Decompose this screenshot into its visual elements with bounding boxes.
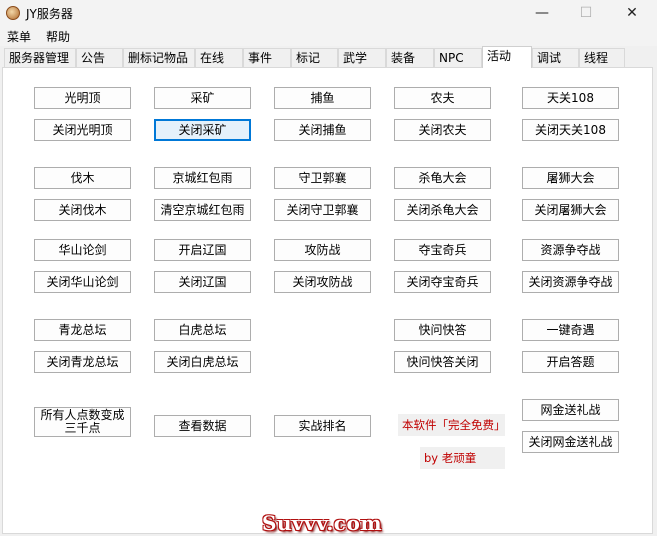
set-all-points-button[interactable]: 所有人点数变成三千点 xyxy=(34,407,131,437)
close-gift-battle-button[interactable]: 关闭网金送礼战 xyxy=(522,431,619,453)
quick-quiz-button[interactable]: 快问快答 xyxy=(394,319,491,341)
logging-button[interactable]: 伐木 xyxy=(34,167,131,189)
menu-help[interactable]: 帮助 xyxy=(46,28,70,45)
tab-martial-arts[interactable]: 武学 xyxy=(338,48,386,67)
tab-strip: 服务器管理 公告 删标记物品 在线 事件 标记 武学 装备 NPC 活动 调试 … xyxy=(0,46,657,68)
close-turtle-contest-button[interactable]: 关闭杀龟大会 xyxy=(394,199,491,221)
tab-debug[interactable]: 调试 xyxy=(532,48,579,67)
tianguan108-button[interactable]: 天关108 xyxy=(522,87,619,109)
author-note: by 老顽童 xyxy=(420,447,505,469)
combat-ranking-button[interactable]: 实战排名 xyxy=(274,415,371,437)
tab-marks[interactable]: 标记 xyxy=(291,48,338,67)
menu-main[interactable]: 菜单 xyxy=(7,28,31,45)
treasure-raid-button[interactable]: 夺宝奇兵 xyxy=(394,239,491,261)
free-software-note: 本软件「完全免费」 xyxy=(398,414,506,436)
huashan-duel-button[interactable]: 华山论剑 xyxy=(34,239,131,261)
app-icon xyxy=(6,6,20,20)
close-guangmingding-button[interactable]: 关闭光明顶 xyxy=(34,119,131,141)
guard-guoxiang-button[interactable]: 守卫郭襄 xyxy=(274,167,371,189)
menu-bar: 菜单 帮助 xyxy=(0,26,657,46)
close-tianguan108-button[interactable]: 关闭天关108 xyxy=(522,119,619,141)
close-huashan-duel-button[interactable]: 关闭华山论剑 xyxy=(34,271,131,293)
close-logging-button[interactable]: 关闭伐木 xyxy=(34,199,131,221)
lion-contest-button[interactable]: 屠狮大会 xyxy=(522,167,619,189)
resource-war-button[interactable]: 资源争夺战 xyxy=(522,239,619,261)
baihu-altar-button[interactable]: 白虎总坛 xyxy=(154,319,251,341)
tab-activities[interactable]: 活动 xyxy=(482,46,532,68)
minimize-button[interactable]: — xyxy=(519,0,565,26)
turtle-contest-button[interactable]: 杀龟大会 xyxy=(394,167,491,189)
close-baihu-altar-button[interactable]: 关闭白虎总坛 xyxy=(154,351,251,373)
close-quick-quiz-button[interactable]: 快问快答关闭 xyxy=(394,351,491,373)
close-liao-button[interactable]: 关闭辽国 xyxy=(154,271,251,293)
close-guard-guoxiang-button[interactable]: 关闭守卫郭襄 xyxy=(274,199,371,221)
close-fishing-button[interactable]: 关闭捕鱼 xyxy=(274,119,371,141)
guangmingding-button[interactable]: 光明顶 xyxy=(34,87,131,109)
tab-server-manage[interactable]: 服务器管理 xyxy=(4,48,76,67)
close-qinglong-altar-button[interactable]: 关闭青龙总坛 xyxy=(34,351,131,373)
tab-threads[interactable]: 线程 xyxy=(579,48,625,67)
tab-online[interactable]: 在线 xyxy=(195,48,243,67)
title-bar: JY服务器 — ☐ ✕ xyxy=(0,0,657,26)
tab-announcement[interactable]: 公告 xyxy=(76,48,123,67)
farmer-button[interactable]: 农夫 xyxy=(394,87,491,109)
close-resource-war-button[interactable]: 关闭资源争夺战 xyxy=(522,271,619,293)
siege-battle-button[interactable]: 攻防战 xyxy=(274,239,371,261)
clear-red-packet-button[interactable]: 清空京城红包雨 xyxy=(154,199,251,221)
gift-battle-button[interactable]: 网金送礼战 xyxy=(522,399,619,421)
one-click-encounter-button[interactable]: 一键奇遇 xyxy=(522,319,619,341)
mining-button[interactable]: 采矿 xyxy=(154,87,251,109)
close-lion-contest-button[interactable]: 关闭屠狮大会 xyxy=(522,199,619,221)
close-treasure-raid-button[interactable]: 关闭夺宝奇兵 xyxy=(394,271,491,293)
qinglong-altar-button[interactable]: 青龙总坛 xyxy=(34,319,131,341)
fishing-button[interactable]: 捕鱼 xyxy=(274,87,371,109)
window-title: JY服务器 xyxy=(26,7,73,21)
watermark: Suvvv.com xyxy=(262,511,382,535)
close-mining-button[interactable]: 关闭采矿 xyxy=(154,119,251,141)
close-button[interactable]: ✕ xyxy=(609,0,655,26)
close-farmer-button[interactable]: 关闭农夫 xyxy=(394,119,491,141)
open-liao-button[interactable]: 开启辽国 xyxy=(154,239,251,261)
tab-delete-marked-items[interactable]: 删标记物品 xyxy=(123,48,195,67)
start-quiz-button[interactable]: 开启答题 xyxy=(522,351,619,373)
maximize-button: ☐ xyxy=(579,5,593,21)
capital-red-packet-button[interactable]: 京城红包雨 xyxy=(154,167,251,189)
close-siege-battle-button[interactable]: 关闭攻防战 xyxy=(274,271,371,293)
tab-equipment[interactable]: 装备 xyxy=(386,48,434,67)
tab-events[interactable]: 事件 xyxy=(243,48,291,67)
view-data-button[interactable]: 查看数据 xyxy=(154,415,251,437)
tab-npc[interactable]: NPC xyxy=(434,48,482,67)
